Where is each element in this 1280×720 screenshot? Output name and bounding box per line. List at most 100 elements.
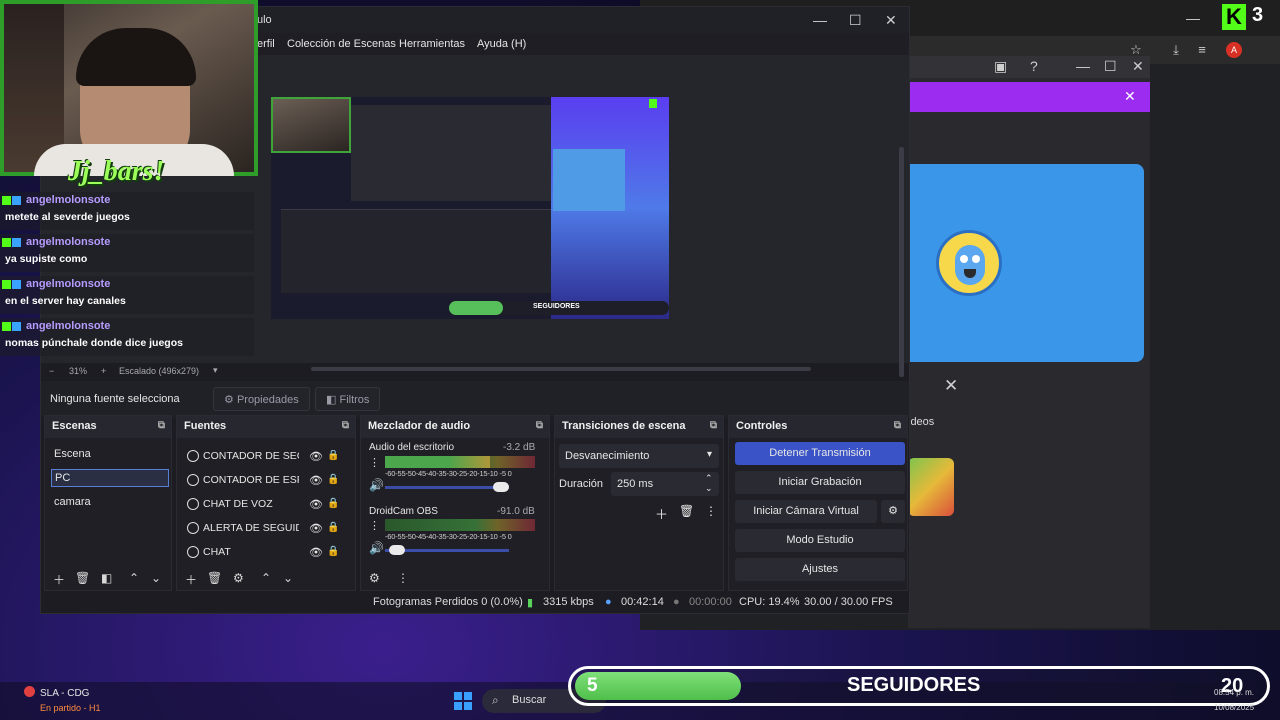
- chevron-down-icon[interactable]: ⌄: [283, 571, 293, 585]
- undock-icon[interactable]: ⧉: [342, 420, 349, 431]
- minimize-icon[interactable]: —: [1186, 10, 1200, 26]
- audio-options-icon[interactable]: ⋮: [369, 519, 380, 532]
- filters-label: Filtros: [339, 394, 370, 406]
- chat-username: angelmolonsote: [26, 194, 111, 206]
- add-icon[interactable]: ＋: [53, 571, 65, 588]
- zoom-controls: − 31% + Escalado (496x279) ▾: [41, 363, 281, 381]
- eye-icon[interactable]: 👁: [309, 474, 323, 487]
- windows-start-icon[interactable]: [454, 692, 472, 710]
- properties-label: Propiedades: [236, 394, 299, 406]
- eye-icon[interactable]: 👁: [309, 546, 323, 559]
- undock-icon[interactable]: ⧉: [710, 420, 717, 431]
- settings-button[interactable]: Ajustes: [735, 558, 905, 581]
- scene-item[interactable]: Escena: [51, 446, 169, 464]
- zoom-level: 31%: [69, 366, 88, 376]
- profile-avatar[interactable]: A: [1226, 42, 1242, 58]
- follower-progress-fill: [575, 672, 741, 700]
- zoom-in-icon[interactable]: +: [101, 366, 106, 376]
- picture-in-picture-icon[interactable]: ▣: [994, 58, 1007, 75]
- advanced-audio-icon[interactable]: ⚙: [369, 571, 380, 585]
- source-item[interactable]: CHAT DE VOZ 👁 🔒: [187, 498, 339, 516]
- chevron-down-icon[interactable]: ⌄: [705, 483, 713, 494]
- speaker-icon[interactable]: 🔊: [369, 541, 384, 555]
- eye-icon[interactable]: 👁: [309, 450, 323, 463]
- studio-mode-button[interactable]: Modo Estudio: [735, 529, 905, 552]
- scale-label[interactable]: Escalado (496x279): [119, 366, 199, 376]
- undock-icon[interactable]: ⧉: [894, 420, 901, 431]
- source-label: CHAT: [203, 546, 231, 558]
- trash-icon[interactable]: 🗑: [679, 504, 694, 518]
- scene-item[interactable]: PC: [51, 469, 169, 487]
- kick-viewer-count: 3: [1252, 4, 1264, 26]
- undock-icon[interactable]: ⧉: [536, 420, 543, 431]
- help-icon[interactable]: ?: [1030, 58, 1038, 74]
- virtual-camera-settings-button[interactable]: ⚙: [881, 500, 905, 523]
- menu-tools[interactable]: Herramientas: [399, 38, 465, 50]
- start-virtual-camera-button[interactable]: Iniciar Cámara Virtual: [735, 500, 877, 523]
- slider-handle[interactable]: [493, 482, 509, 492]
- maximize-icon[interactable]: ☐: [1104, 58, 1117, 75]
- trash-icon[interactable]: 🗑: [207, 571, 222, 585]
- volume-slider[interactable]: [385, 482, 509, 492]
- chat-username: angelmolonsote: [26, 236, 111, 248]
- minimize-icon[interactable]: —: [813, 12, 827, 28]
- speaker-icon[interactable]: 🔊: [369, 478, 384, 492]
- kebab-menu-icon[interactable]: ⋮: [397, 571, 409, 585]
- preview-scrollbar-vertical[interactable]: [899, 147, 904, 377]
- preview-scrollbar-horizontal[interactable]: [311, 367, 811, 371]
- taskbar-time[interactable]: 08:54 p. m.: [1214, 688, 1254, 697]
- media-icon[interactable]: ≡: [1194, 42, 1210, 58]
- scene-item[interactable]: camara: [51, 494, 169, 512]
- selected-source-label: Ninguna fuente seleccionada: [50, 393, 180, 405]
- minimize-icon[interactable]: —: [1076, 58, 1090, 74]
- eye-icon[interactable]: 👁: [309, 522, 323, 535]
- duration-spinbox[interactable]: 250 ms ⌃ ⌄: [611, 472, 719, 496]
- close-icon[interactable]: ✕: [1124, 88, 1136, 105]
- popup-dialog: ▣ ? — ☐ ✕ ✕ ✕ ideos: [908, 56, 1150, 628]
- chevron-up-icon[interactable]: ⌃: [261, 571, 271, 585]
- filters-button[interactable]: ◧ Filtros: [315, 387, 381, 411]
- source-item[interactable]: CHAT 👁 🔒: [187, 546, 339, 564]
- taskbar-date[interactable]: 10/08/2025: [1214, 703, 1254, 712]
- lock-icon[interactable]: 🔒: [327, 546, 339, 557]
- chevron-down-icon[interactable]: ▾: [213, 365, 218, 376]
- lock-icon[interactable]: 🔒: [327, 450, 337, 461]
- source-item[interactable]: CONTADOR DE ESPECTADORES 👁 🔒: [187, 474, 339, 492]
- properties-button[interactable]: ⚙ Propiedades: [213, 387, 310, 411]
- volume-slider[interactable]: [385, 545, 509, 555]
- chevron-down-icon[interactable]: ⌄: [151, 571, 161, 585]
- lock-icon[interactable]: 🔒: [327, 522, 339, 533]
- chevron-up-icon[interactable]: ⌃: [129, 571, 139, 585]
- eye-icon[interactable]: 👁: [309, 498, 323, 511]
- transition-select[interactable]: Desvanecimiento ▾: [559, 444, 719, 468]
- game-thumbnail[interactable]: [908, 458, 954, 516]
- browser-source-icon: [187, 450, 199, 462]
- gear-icon[interactable]: ⚙: [233, 571, 244, 585]
- stop-streaming-button[interactable]: Detener Transmisión: [735, 442, 905, 465]
- menu-scene-collection[interactable]: Colección de Escenas: [287, 38, 396, 50]
- download-icon[interactable]: ⤓: [1168, 42, 1184, 58]
- add-icon[interactable]: ＋: [185, 571, 197, 588]
- menu-profile[interactable]: erfil: [257, 38, 275, 50]
- close-icon[interactable]: ✕: [885, 12, 897, 29]
- source-item[interactable]: CONTADOR DE SEGUIDORES 👁 🔒: [187, 450, 337, 468]
- menu-help[interactable]: Ayuda (H): [477, 38, 526, 50]
- close-icon[interactable]: ✕: [1132, 58, 1144, 75]
- slider-handle[interactable]: [389, 545, 405, 555]
- source-item[interactable]: ALERTA DE SEGUIDORES 👁 🔒: [187, 522, 339, 540]
- start-recording-button[interactable]: Iniciar Grabación: [735, 471, 905, 494]
- gear-icon: ⚙: [888, 505, 898, 517]
- close-icon[interactable]: ✕: [944, 376, 958, 396]
- kebab-menu-icon[interactable]: ⋮: [705, 504, 717, 518]
- stream-time: 00:42:14: [621, 596, 664, 608]
- add-icon[interactable]: ＋: [655, 504, 668, 523]
- mascot-face: [955, 245, 985, 285]
- zoom-out-icon[interactable]: −: [49, 366, 54, 376]
- lock-icon[interactable]: 🔒: [327, 474, 339, 485]
- audio-options-icon[interactable]: ⋮: [369, 456, 380, 469]
- maximize-icon[interactable]: ☐: [849, 12, 862, 29]
- filter-icon[interactable]: ◧: [101, 571, 112, 585]
- lock-icon[interactable]: 🔒: [327, 498, 339, 509]
- undock-icon[interactable]: ⧉: [158, 420, 165, 431]
- trash-icon[interactable]: 🗑: [75, 571, 90, 585]
